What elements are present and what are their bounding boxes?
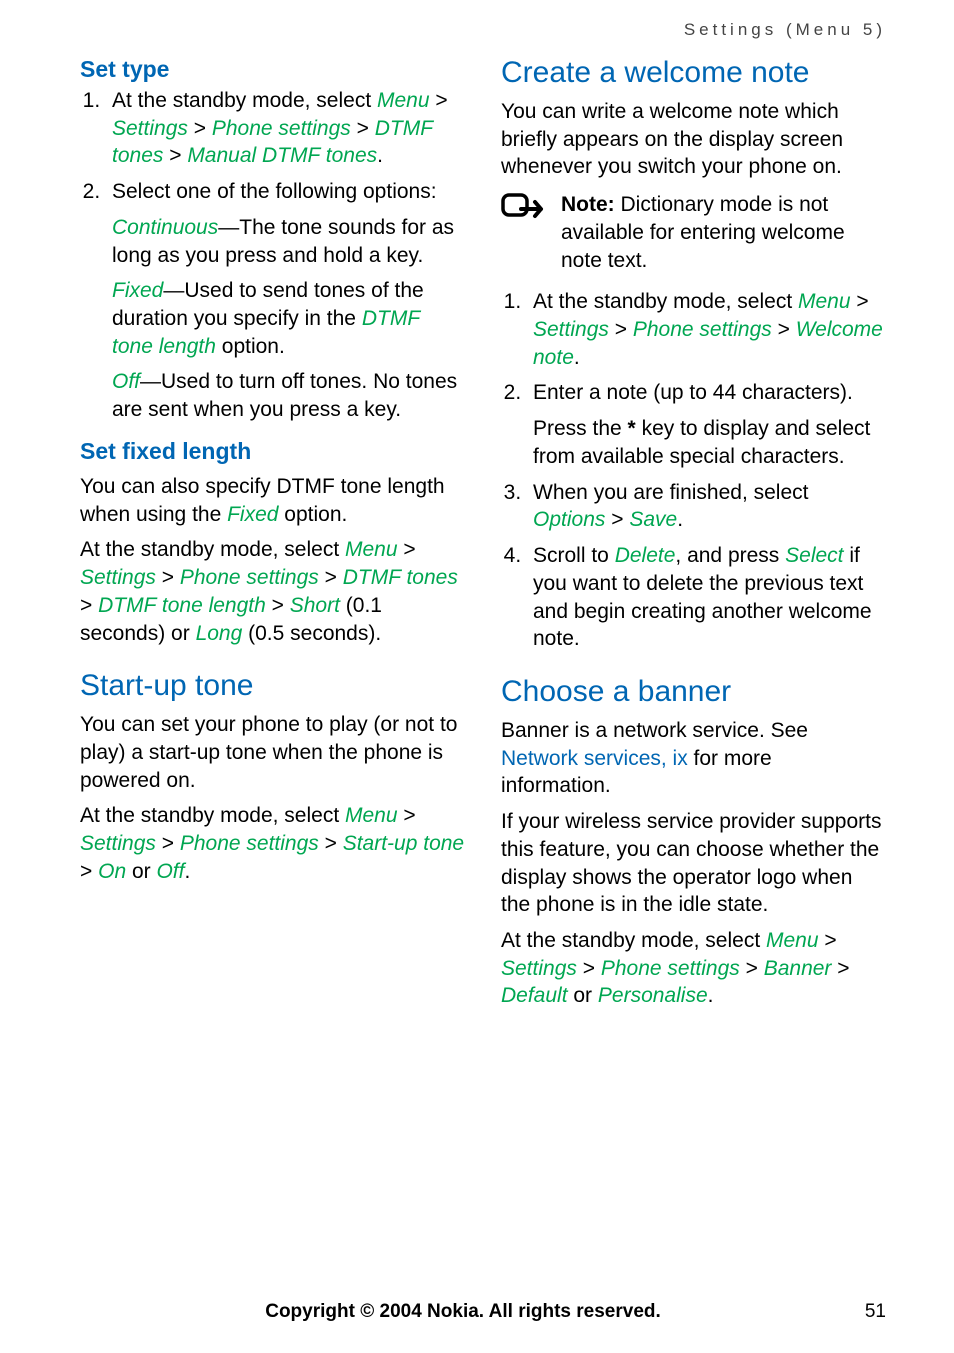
term-default: Default bbox=[501, 984, 568, 1007]
text: (0.5 seconds). bbox=[242, 622, 381, 645]
startup-paragraph-1: You can set your phone to play (or not t… bbox=[80, 711, 465, 794]
menu-path-item: Phone settings bbox=[212, 117, 351, 140]
menu-path-item: Phone settings bbox=[180, 566, 319, 589]
heading-set-fixed-length: Set fixed length bbox=[80, 438, 465, 465]
text-or: or bbox=[126, 860, 156, 883]
menu-path-item: Menu bbox=[766, 929, 819, 952]
banner-paragraph-2: If your wireless service provider suppor… bbox=[501, 808, 886, 919]
step2-text: Select one of the following options: bbox=[112, 180, 437, 203]
content-columns: Set type At the standby mode, select Men… bbox=[80, 50, 886, 1018]
text: Scroll to bbox=[533, 544, 615, 567]
welcome-steps: At the standby mode, select Menu > Setti… bbox=[501, 288, 886, 653]
text: Press the bbox=[533, 417, 628, 440]
option-fixed: Fixed—Used to send tones of the duration… bbox=[112, 277, 465, 360]
text: When you are finished, select bbox=[533, 481, 808, 504]
heading-set-type: Set type bbox=[80, 56, 465, 83]
menu-path-item: Phone settings bbox=[601, 957, 740, 980]
note-label: Note: bbox=[561, 193, 615, 216]
heading-start-up-tone: Start-up tone bbox=[80, 669, 465, 703]
menu-path-item: Settings bbox=[533, 318, 609, 341]
welcome-step-2-sub: Press the * key to display and select fr… bbox=[533, 415, 886, 470]
term-on: On bbox=[98, 860, 126, 883]
menu-path-item: Menu bbox=[798, 290, 851, 313]
running-header: Settings (Menu 5) bbox=[80, 20, 886, 40]
menu-path-item: Phone settings bbox=[180, 832, 319, 855]
text-or: or bbox=[568, 984, 598, 1007]
term-long: Long bbox=[196, 622, 243, 645]
set-type-step-1: At the standby mode, select Menu > Setti… bbox=[106, 87, 465, 170]
menu-path-item: DTMF tone length bbox=[98, 594, 266, 617]
fixed-paragraph-1: You can also specify DTMF tone length wh… bbox=[80, 473, 465, 528]
note-icon bbox=[501, 191, 545, 231]
page-footer: Copyright © 2004 Nokia. All rights reser… bbox=[80, 1301, 886, 1323]
left-column: Set type At the standby mode, select Men… bbox=[80, 50, 465, 1018]
welcome-step-1: At the standby mode, select Menu > Setti… bbox=[527, 288, 886, 371]
term-off: Off bbox=[156, 860, 184, 883]
page-number: 51 bbox=[846, 1301, 886, 1323]
menu-path-item: Settings bbox=[80, 566, 156, 589]
link-network-services[interactable]: Network services, ix bbox=[501, 747, 688, 770]
menu-path-item: Short bbox=[290, 594, 340, 617]
text-tail: . bbox=[708, 984, 714, 1007]
welcome-step-2: Enter a note (up to 44 characters). Pres… bbox=[527, 379, 886, 470]
text: At the standby mode, select bbox=[80, 538, 345, 561]
star-key: * bbox=[628, 417, 636, 440]
text: . bbox=[677, 508, 683, 531]
option-body-tail: option. bbox=[216, 335, 285, 358]
welcome-paragraph-1: You can write a welcome note which brief… bbox=[501, 98, 886, 181]
menu-path-item: Banner bbox=[764, 957, 832, 980]
option-term: Continuous bbox=[112, 216, 218, 239]
menu-path-item: Settings bbox=[112, 117, 188, 140]
text-tail: . bbox=[184, 860, 190, 883]
fixed-paragraph-2: At the standby mode, select Menu > Setti… bbox=[80, 536, 465, 647]
menu-path-item: Settings bbox=[80, 832, 156, 855]
menu-path-item: Phone settings bbox=[633, 318, 772, 341]
term-personalise: Personalise bbox=[598, 984, 708, 1007]
text: At the standby mode, select bbox=[501, 929, 766, 952]
startup-paragraph-2: At the standby mode, select Menu > Setti… bbox=[80, 802, 465, 885]
copyright-text: Copyright © 2004 Nokia. All rights reser… bbox=[80, 1301, 846, 1323]
set-type-step-2: Select one of the following options: bbox=[106, 178, 465, 206]
menu-path-item: Menu bbox=[345, 804, 398, 827]
heading-choose-banner: Choose a banner bbox=[501, 675, 886, 709]
menu-path-item: Menu bbox=[377, 89, 430, 112]
term: Fixed bbox=[227, 503, 278, 526]
term-select: Select bbox=[785, 544, 843, 567]
menu-path-item: DTMF tones bbox=[343, 566, 458, 589]
welcome-step-3: When you are finished, select Options > … bbox=[527, 479, 886, 534]
menu-path-item: Menu bbox=[345, 538, 398, 561]
heading-create-welcome-note: Create a welcome note bbox=[501, 56, 886, 90]
text: Banner is a network service. See bbox=[501, 719, 808, 742]
welcome-step-4: Scroll to Delete, and press Select if yo… bbox=[527, 542, 886, 653]
note-callout: Note: Dictionary mode is not available f… bbox=[501, 191, 886, 274]
page: Settings (Menu 5) Set type At the standb… bbox=[0, 0, 954, 1353]
option-body: —Used to turn off tones. No tones are se… bbox=[112, 370, 457, 421]
option-term: Fixed bbox=[112, 279, 163, 302]
term-save: Save bbox=[629, 508, 677, 531]
text: At the standby mode, select bbox=[533, 290, 798, 313]
menu-path-item: Settings bbox=[501, 957, 577, 980]
text: Enter a note (up to 44 characters). bbox=[533, 381, 853, 404]
right-column: Create a welcome note You can write a we… bbox=[501, 50, 886, 1018]
step1-text: At the standby mode, select bbox=[112, 89, 377, 112]
banner-paragraph-3: At the standby mode, select Menu > Setti… bbox=[501, 927, 886, 1010]
set-type-list: At the standby mode, select Menu > Setti… bbox=[80, 87, 465, 206]
text: , and press bbox=[675, 544, 785, 567]
menu-path-item: Start-up tone bbox=[343, 832, 464, 855]
banner-paragraph-1: Banner is a network service. See Network… bbox=[501, 717, 886, 800]
option-continuous: Continuous—The tone sounds for as long a… bbox=[112, 214, 465, 269]
option-off: Off—Used to turn off tones. No tones are… bbox=[112, 368, 465, 423]
option-term: Off bbox=[112, 370, 140, 393]
text: option. bbox=[278, 503, 347, 526]
term-options: Options bbox=[533, 508, 605, 531]
text: At the standby mode, select bbox=[80, 804, 345, 827]
note-text: Note: Dictionary mode is not available f… bbox=[561, 191, 886, 274]
term-delete: Delete bbox=[615, 544, 676, 567]
menu-path-item: Manual DTMF tones bbox=[187, 144, 377, 167]
